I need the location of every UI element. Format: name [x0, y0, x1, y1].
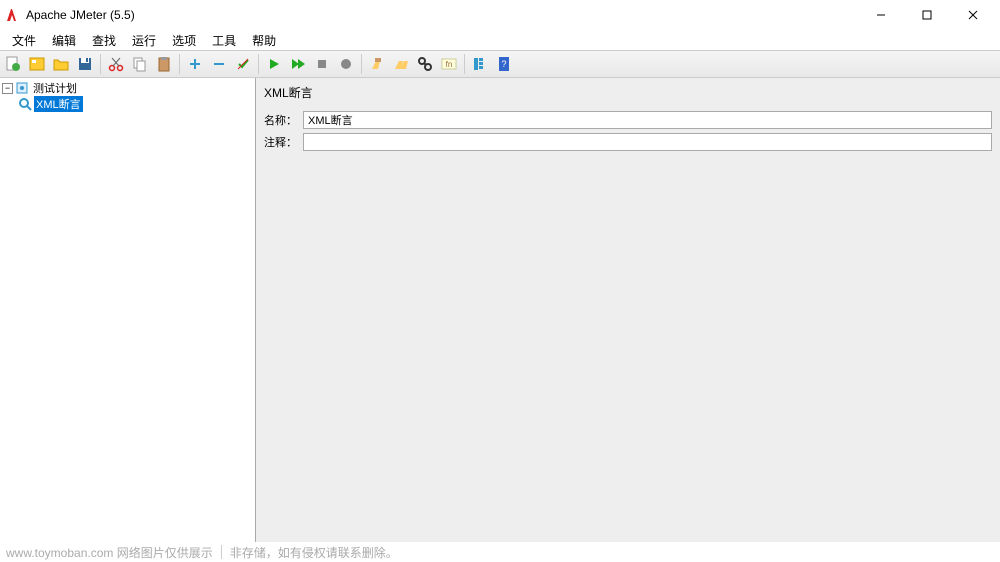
doc-button[interactable]: ? — [493, 53, 515, 75]
toolbar-separator — [258, 54, 259, 74]
toolbar-separator — [464, 54, 465, 74]
app-icon — [4, 7, 20, 23]
stop-button[interactable] — [311, 53, 333, 75]
menu-run[interactable]: 运行 — [124, 30, 164, 51]
toolbar: fn ? — [0, 50, 1000, 78]
new-button[interactable] — [2, 53, 24, 75]
shutdown-button[interactable] — [335, 53, 357, 75]
footer-left: www.toymoban.com 网络图片仅供展示 — [6, 544, 213, 561]
tree-panel[interactable]: − 测试计划 XML断言 — [0, 78, 256, 542]
tree-root-label[interactable]: 测试计划 — [31, 80, 79, 96]
toolbar-separator — [361, 54, 362, 74]
menu-search[interactable]: 查找 — [84, 30, 124, 51]
tree-child-row[interactable]: XML断言 — [2, 96, 253, 112]
tree-child-label[interactable]: XML断言 — [34, 96, 83, 112]
tree-root-row[interactable]: − 测试计划 — [2, 80, 253, 96]
start-button[interactable] — [263, 53, 285, 75]
menu-tools[interactable]: 工具 — [204, 30, 244, 51]
window-controls — [858, 0, 996, 30]
window-title: Apache JMeter (5.5) — [26, 8, 858, 22]
menu-file[interactable]: 文件 — [4, 30, 44, 51]
toolbar-separator — [100, 54, 101, 74]
expand-button[interactable] — [184, 53, 206, 75]
name-label: 名称： — [264, 112, 297, 128]
search-button[interactable] — [414, 53, 436, 75]
minimize-button[interactable] — [858, 0, 904, 30]
open-button[interactable] — [50, 53, 72, 75]
tree-collapse-icon[interactable]: − — [2, 83, 13, 94]
maximize-button[interactable] — [904, 0, 950, 30]
name-row: 名称： — [264, 111, 992, 129]
menubar: 文件 编辑 查找 运行 选项 工具 帮助 — [0, 30, 1000, 50]
name-input[interactable] — [303, 111, 992, 129]
comment-row: 注释： — [264, 133, 992, 151]
svg-text:?: ? — [501, 59, 506, 69]
footer-watermark: www.toymoban.com 网络图片仅供展示 非存储，如有侵权请联系删除。 — [0, 542, 1000, 562]
toolbar-separator — [179, 54, 180, 74]
comment-input[interactable] — [303, 133, 992, 151]
assertion-icon — [18, 97, 32, 111]
templates-button[interactable] — [26, 53, 48, 75]
copy-button[interactable] — [129, 53, 151, 75]
start-no-pause-button[interactable] — [287, 53, 309, 75]
comment-label: 注释： — [264, 134, 297, 150]
clear-button[interactable] — [366, 53, 388, 75]
menu-help[interactable]: 帮助 — [244, 30, 284, 51]
testplan-icon — [15, 81, 29, 95]
panel-title: XML断言 — [264, 82, 992, 103]
menu-options[interactable]: 选项 — [164, 30, 204, 51]
help-button[interactable] — [469, 53, 491, 75]
toggle-button[interactable] — [232, 53, 254, 75]
save-button[interactable] — [74, 53, 96, 75]
main-area: − 测试计划 XML断言 XML断言 名称： 注释： — [0, 78, 1000, 542]
footer-divider — [221, 545, 222, 559]
footer-right: 非存储，如有侵权请联系删除。 — [230, 544, 398, 561]
clear-all-button[interactable] — [390, 53, 412, 75]
close-button[interactable] — [950, 0, 996, 30]
content-panel: XML断言 名称： 注释： — [256, 78, 1000, 542]
paste-button[interactable] — [153, 53, 175, 75]
cut-button[interactable] — [105, 53, 127, 75]
titlebar: Apache JMeter (5.5) — [0, 0, 1000, 30]
svg-text:fn: fn — [446, 60, 453, 69]
function-helper-button[interactable]: fn — [438, 53, 460, 75]
collapse-button[interactable] — [208, 53, 230, 75]
menu-edit[interactable]: 编辑 — [44, 30, 84, 51]
